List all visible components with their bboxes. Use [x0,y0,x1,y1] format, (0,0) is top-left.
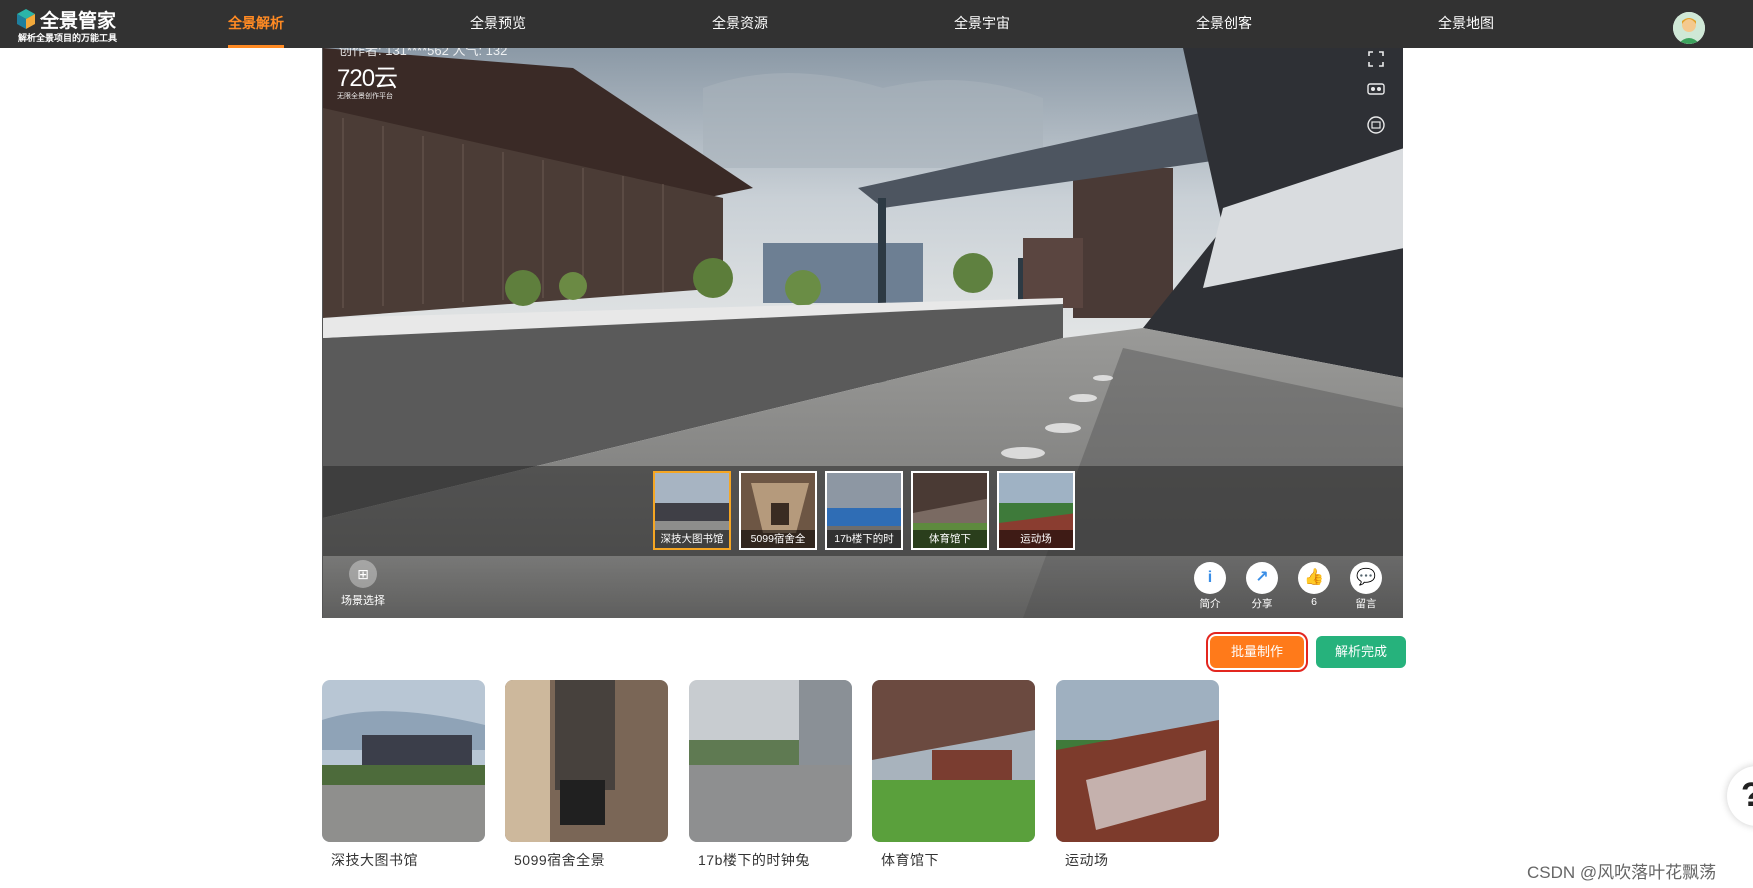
scene-thumb-17b[interactable]: 17b楼下的时 [825,471,903,550]
vr-glasses-icon[interactable] [1365,78,1387,100]
scene-select-label: 场景选择 [341,595,385,607]
gallery-card-image [1056,680,1219,842]
brand-name: 720云 [337,65,398,92]
gallery-card-image [322,680,485,842]
parse-complete-button[interactable]: 解析完成 [1316,636,1406,668]
grid-icon: ⊞ [349,560,377,588]
gallery-card-image [505,680,668,842]
gyroscope-icon[interactable] [1365,114,1387,136]
share-label: 分享 [1251,598,1273,610]
scene-thumb-label: 体育馆下 [913,530,987,548]
comment-icon: 💬 [1350,562,1382,594]
scene-thumb-library[interactable]: 深技大图书馆 [653,471,731,550]
share-button[interactable]: ↗ 分享 [1240,562,1284,611]
gallery-card-stadium[interactable] [1056,680,1219,842]
gallery-label-gym: 体育馆下 [881,852,939,868]
scene-thumb-label: 5099宿舍全 [741,530,815,548]
csdn-watermark: CSDN @风吹落叶花飘荡 [1527,863,1717,882]
nav-item-panorama-resources[interactable]: 全景资源 [690,0,790,48]
intro-button[interactable]: i 简介 [1188,562,1232,611]
gallery-card-image [689,680,852,842]
logo-subtitle: 解析全景项目的万能工具 [18,33,118,43]
share-icon: ↗ [1246,562,1278,594]
scene-thumb-gym[interactable]: 体育馆下 [911,471,989,550]
gallery-label-dorm: 5099宿舍全景 [514,852,606,868]
like-button[interactable]: 👍 6 [1292,562,1336,608]
gallery-card-library[interactable] [322,680,485,842]
scene-select-button[interactable]: ⊞ 场景选择 [333,560,393,608]
nav-item-panorama-map[interactable]: 全景地图 [1416,0,1516,48]
scene-thumb-label: 深技大图书馆 [655,530,729,548]
batch-create-button[interactable]: 批量制作 [1206,632,1308,672]
nav-item-panorama-maker[interactable]: 全景创客 [1174,0,1274,48]
gallery-label-17b: 17b楼下的时钟兔 [698,852,810,868]
gallery-label-stadium: 运动场 [1065,852,1109,868]
logo-cube-icon [17,9,35,29]
brand-tagline: 无限全景创作平台 [337,93,393,100]
brand-watermark: 720云 无限全景创作平台 [337,58,398,101]
scene-thumb-label: 运动场 [999,530,1073,548]
gallery-label-library: 深技大图书馆 [331,852,418,868]
avatar-person-icon [1673,12,1705,44]
panorama-viewer[interactable]: 创作者: 131****562 人气: 132 720云 无限全景创作平台 深技… [322,48,1403,618]
gallery-card-gym[interactable] [872,680,1035,842]
nav-item-panorama-parse[interactable]: 全景解析 [206,0,306,48]
logo-title: 全景管家 [40,11,117,32]
like-count: 6 [1311,596,1317,608]
user-avatar[interactable] [1673,12,1705,44]
thumbs-up-icon: 👍 [1298,562,1330,594]
scene-thumb-label: 17b楼下的时 [827,530,901,548]
gallery-card-17b[interactable] [689,680,852,842]
comment-button[interactable]: 💬 留言 [1344,562,1388,611]
gallery-card-dorm[interactable] [505,680,668,842]
nav-item-panorama-preview[interactable]: 全景预览 [448,0,548,48]
intro-label: 简介 [1199,598,1221,610]
app-logo[interactable]: 全景管家 解析全景项目的万能工具 [16,4,136,44]
top-nav-bar: 全景管家 解析全景项目的万能工具 全景解析 全景预览 全景资源 全景宇宙 全景创… [0,0,1753,48]
info-icon: i [1194,562,1226,594]
comment-label: 留言 [1355,598,1377,610]
scene-thumb-dorm[interactable]: 5099宿舍全 [739,471,817,550]
gallery-card-image [872,680,1035,842]
help-button[interactable]: ? [1727,766,1753,826]
fullscreen-icon[interactable] [1365,48,1387,70]
nav-item-panorama-universe[interactable]: 全景宇宙 [932,0,1032,48]
scene-thumb-stadium[interactable]: 运动场 [997,471,1075,550]
